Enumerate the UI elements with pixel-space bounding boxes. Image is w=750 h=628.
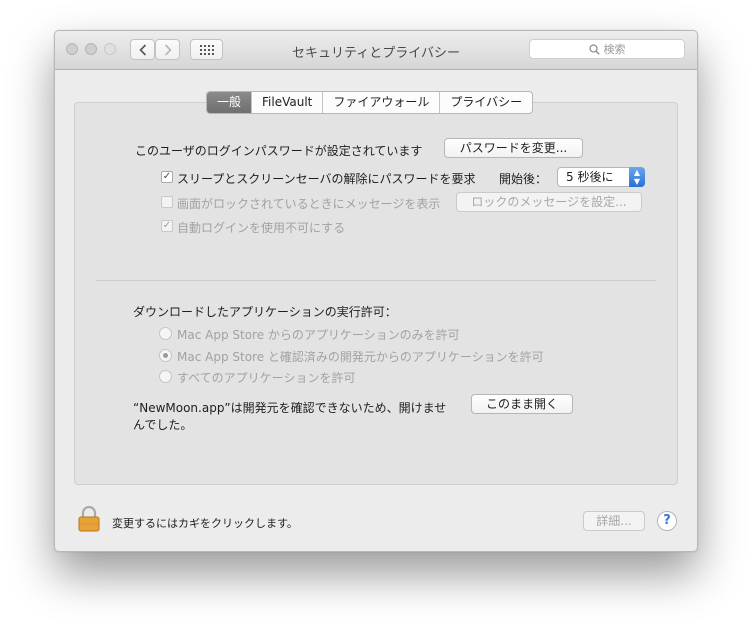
disable-autologin-checkbox[interactable]: ✓ <box>161 220 173 232</box>
disable-autologin-label: 自動ログインを使用不可にする <box>177 221 346 235</box>
show-message-checkbox[interactable] <box>161 196 173 208</box>
open-anyway-button[interactable]: このまま開く <box>471 394 573 414</box>
search-icon <box>588 43 600 55</box>
tab-privacy[interactable]: プライバシー <box>440 92 532 113</box>
radio-app-store-only[interactable] <box>159 327 172 340</box>
password-delay-select[interactable]: 5 秒後に ▲ ▼ <box>557 167 645 187</box>
radio-app-store-only-label: Mac App Store からのアプリケーションのみを許可 <box>177 328 460 342</box>
tab-general[interactable]: 一般 <box>207 92 253 113</box>
require-password-label: スリープとスクリーンセーバの解除にパスワードを要求 <box>177 172 476 186</box>
tab-firewall[interactable]: ファイアウォール <box>323 92 441 113</box>
tab-bar: 一般 FileVault ファイアウォール プライバシー <box>206 91 534 114</box>
preferences-window: セキュリティとプライバシー 検索 一般 FileVault ファイアウォール プ… <box>54 30 698 552</box>
password-delay-value: 5 秒後に <box>566 170 614 184</box>
padlock-icon <box>78 505 100 532</box>
radio-app-store-and-identified[interactable] <box>159 349 172 362</box>
lock-hint-text: 変更するにはカギをクリックします。 <box>112 517 298 530</box>
section-divider <box>96 280 656 281</box>
help-button[interactable]: ? <box>657 511 677 531</box>
radio-anywhere-label: すべてのアプリケーションを許可 <box>177 371 356 385</box>
search-placeholder: 検索 <box>603 43 626 56</box>
blocked-app-message-line1: “NewMoon.app”は開発元を確認できないため、開けませ <box>133 401 447 415</box>
blocked-app-message-line2: んでした。 <box>133 418 193 432</box>
change-password-button[interactable]: パスワードを変更... <box>444 138 583 158</box>
search-field[interactable]: 検索 <box>529 39 685 59</box>
radio-anywhere[interactable] <box>159 370 172 383</box>
advanced-button[interactable]: 詳細... <box>583 511 645 531</box>
tab-filevault[interactable]: FileVault <box>252 92 324 113</box>
lock-button[interactable] <box>78 505 100 535</box>
downloads-heading: ダウンロードしたアプリケーションの実行許可： <box>133 305 397 319</box>
after-label: 開始後： <box>499 172 548 186</box>
set-lock-message-button[interactable]: ロックのメッセージを設定... <box>456 192 642 212</box>
radio-app-store-and-identified-label: Mac App Store と確認済みの開発元からのアプリケーションを許可 <box>177 350 544 364</box>
password-status-text: このユーザのログインパスワードが設定されています <box>135 144 423 158</box>
show-message-label: 画面がロックされているときにメッセージを表示 <box>177 197 441 211</box>
require-password-checkbox[interactable]: ✓ <box>161 171 173 183</box>
title-bar: セキュリティとプライバシー 検索 <box>55 31 697 70</box>
updown-arrows-icon: ▲ ▼ <box>629 167 645 187</box>
